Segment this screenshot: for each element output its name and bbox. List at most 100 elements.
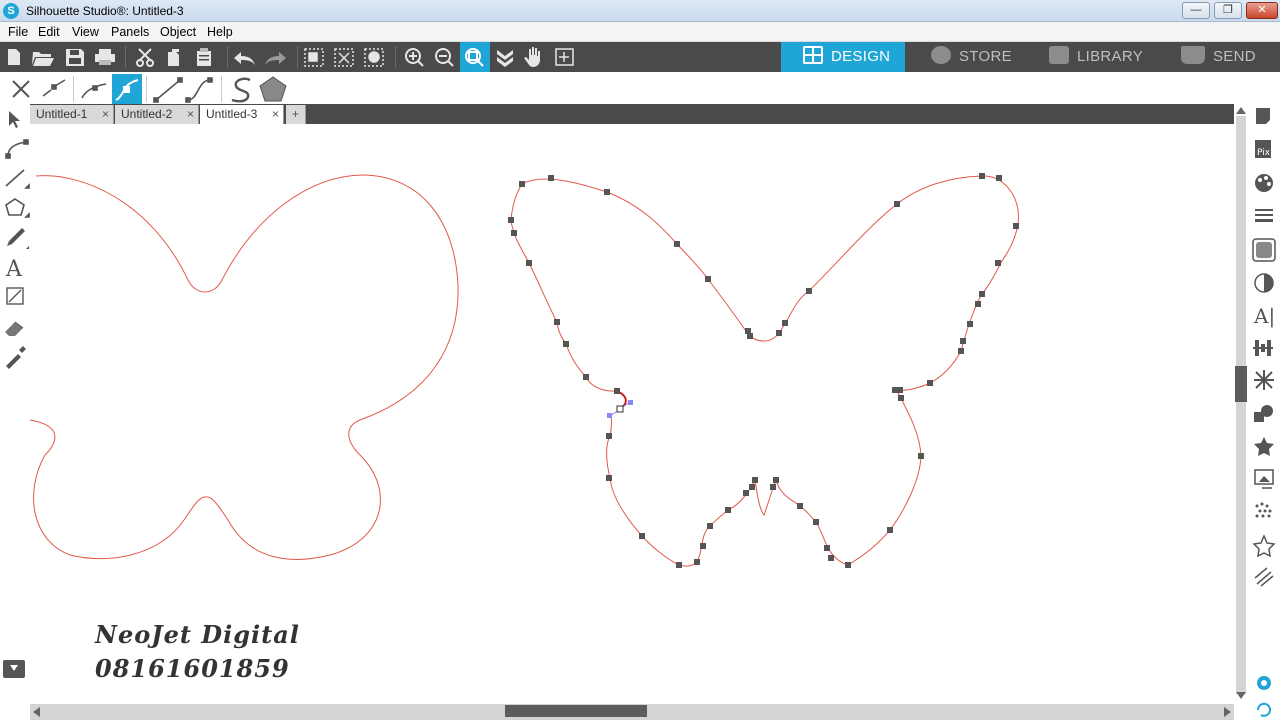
pan-down-icon[interactable] xyxy=(497,50,513,67)
tab-close-icon[interactable]: × xyxy=(272,105,279,123)
canvas-drawing[interactable] xyxy=(30,124,1234,704)
select-icon[interactable] xyxy=(9,111,20,128)
design-canvas[interactable]: NeoJet Digital 08161601859 xyxy=(30,124,1234,704)
zoom-out-icon[interactable] xyxy=(435,48,454,67)
curve-icon[interactable] xyxy=(185,77,213,103)
panel-import-icon[interactable] xyxy=(3,660,30,678)
modify-icon[interactable] xyxy=(1254,405,1273,422)
break-path-icon[interactable] xyxy=(42,79,66,97)
scroll-left-icon[interactable] xyxy=(30,704,44,720)
tab-untitled-2[interactable]: Untitled-2 × xyxy=(115,105,199,124)
page-setup-icon[interactable] xyxy=(1256,108,1270,124)
window-title: Silhouette Studio®: Untitled-3 xyxy=(26,4,184,18)
scroll-track[interactable] xyxy=(1236,116,1246,694)
ungroup-icon[interactable] xyxy=(334,48,354,67)
text-tool-icon[interactable]: A xyxy=(5,257,23,282)
simplify-icon[interactable] xyxy=(231,77,251,103)
redo-icon[interactable] xyxy=(265,52,286,65)
zoom-in-icon[interactable] xyxy=(405,48,424,67)
hatch-icon[interactable] xyxy=(1254,567,1274,587)
text-style-icon[interactable]: A| xyxy=(1253,304,1275,329)
group-icon[interactable] xyxy=(304,48,324,67)
nav-tab-label: LIBRARY xyxy=(1077,48,1144,65)
bezier-handle[interactable] xyxy=(628,400,633,405)
scroll-thumb[interactable] xyxy=(1235,366,1247,402)
edit-points-icon[interactable] xyxy=(5,139,29,159)
polygon-icon[interactable] xyxy=(259,76,287,102)
pencil-icon[interactable] xyxy=(7,228,29,249)
design-grid-icon xyxy=(803,46,823,64)
paste-icon[interactable] xyxy=(197,48,211,66)
toolbar-icons xyxy=(8,42,574,72)
compound-icon[interactable] xyxy=(364,48,384,67)
pixscan-icon[interactable]: Pix xyxy=(1255,140,1271,158)
tab-close-icon[interactable]: × xyxy=(102,105,109,123)
hand-icon[interactable] xyxy=(524,47,540,67)
nav-tab-send[interactable]: SEND xyxy=(1153,42,1280,72)
menu-edit[interactable]: Edit xyxy=(38,25,60,39)
vertical-scrollbar[interactable] xyxy=(1234,104,1248,704)
eraser-icon[interactable] xyxy=(5,321,24,336)
zoom-page-icon[interactable] xyxy=(555,48,574,66)
transform-icon[interactable] xyxy=(1254,469,1274,489)
undo-icon[interactable] xyxy=(234,52,255,65)
nav-tab-label: DESIGN xyxy=(831,48,891,65)
minimize-button[interactable]: — xyxy=(1182,2,1210,19)
trace-icon[interactable] xyxy=(1252,238,1276,262)
cut-icon[interactable] xyxy=(136,48,154,67)
tab-close-icon[interactable]: × xyxy=(187,105,194,123)
line-icon[interactable] xyxy=(5,169,30,189)
straighten-icon[interactable] xyxy=(153,77,183,103)
scroll-thumb[interactable] xyxy=(505,705,647,717)
toolbar-separator xyxy=(297,46,298,68)
tab-untitled-1[interactable]: Untitled-1 × xyxy=(30,105,114,124)
scroll-up-icon[interactable] xyxy=(1234,104,1248,116)
menu-file[interactable]: File xyxy=(8,25,28,39)
sketch-icon[interactable] xyxy=(1255,502,1272,518)
zoom-fit-button[interactable] xyxy=(460,42,490,72)
new-file-icon[interactable] xyxy=(8,49,20,65)
nav-tab-design[interactable]: DESIGN xyxy=(781,42,905,72)
menu-help[interactable]: Help xyxy=(207,25,233,39)
library-star-icon[interactable] xyxy=(1252,534,1276,558)
menu-panels[interactable]: Panels xyxy=(111,25,149,39)
half-tone-icon[interactable] xyxy=(1254,273,1274,293)
settings-icon[interactable] xyxy=(1257,676,1271,690)
line-style-icon[interactable] xyxy=(1255,209,1273,222)
print-icon[interactable] xyxy=(95,49,115,65)
fill-color-icon[interactable] xyxy=(1255,174,1273,192)
edit-points-icons xyxy=(12,74,287,104)
nav-tab-label: SEND xyxy=(1213,48,1256,65)
polygon-tool-icon[interactable] xyxy=(5,198,30,218)
eyedropper-icon[interactable] xyxy=(6,346,26,369)
knife-icon[interactable] xyxy=(6,287,24,305)
copy-icon[interactable] xyxy=(168,49,179,66)
butterfly-shape-left[interactable] xyxy=(30,174,459,560)
butterfly-shape-right[interactable] xyxy=(521,175,1019,567)
nav-tab-library[interactable]: LIBRARY xyxy=(1025,42,1153,72)
delete-point-icon[interactable] xyxy=(12,80,30,98)
scroll-down-icon[interactable] xyxy=(1234,690,1248,702)
tab-untitled-3[interactable]: Untitled-3 × xyxy=(200,105,284,124)
refresh-icon[interactable] xyxy=(1256,702,1271,717)
offset-icon[interactable] xyxy=(1254,437,1274,456)
add-tab-button[interactable]: + xyxy=(286,105,306,124)
menu-object[interactable]: Object xyxy=(160,25,196,39)
close-button[interactable]: ✕ xyxy=(1246,2,1278,19)
silhouette-logo-icon: S xyxy=(3,3,19,19)
horizontal-scrollbar[interactable] xyxy=(30,704,1234,720)
scroll-right-icon[interactable] xyxy=(1220,704,1234,720)
maximize-button[interactable]: ❐ xyxy=(1214,2,1242,19)
left-tool-icons: A xyxy=(3,111,30,678)
corner-point-icon[interactable] xyxy=(81,83,107,99)
replicate-icon[interactable] xyxy=(1254,370,1274,390)
edit-points[interactable] xyxy=(508,173,1019,568)
bezier-handle[interactable] xyxy=(607,413,612,418)
align-icon[interactable] xyxy=(1253,340,1273,356)
selected-point[interactable] xyxy=(616,405,624,413)
open-icon[interactable] xyxy=(32,52,54,66)
butterfly-shape-right-top[interactable] xyxy=(510,183,618,392)
nav-tab-store[interactable]: STORE xyxy=(905,42,1025,72)
save-icon[interactable] xyxy=(66,49,84,66)
menu-view[interactable]: View xyxy=(72,25,99,39)
